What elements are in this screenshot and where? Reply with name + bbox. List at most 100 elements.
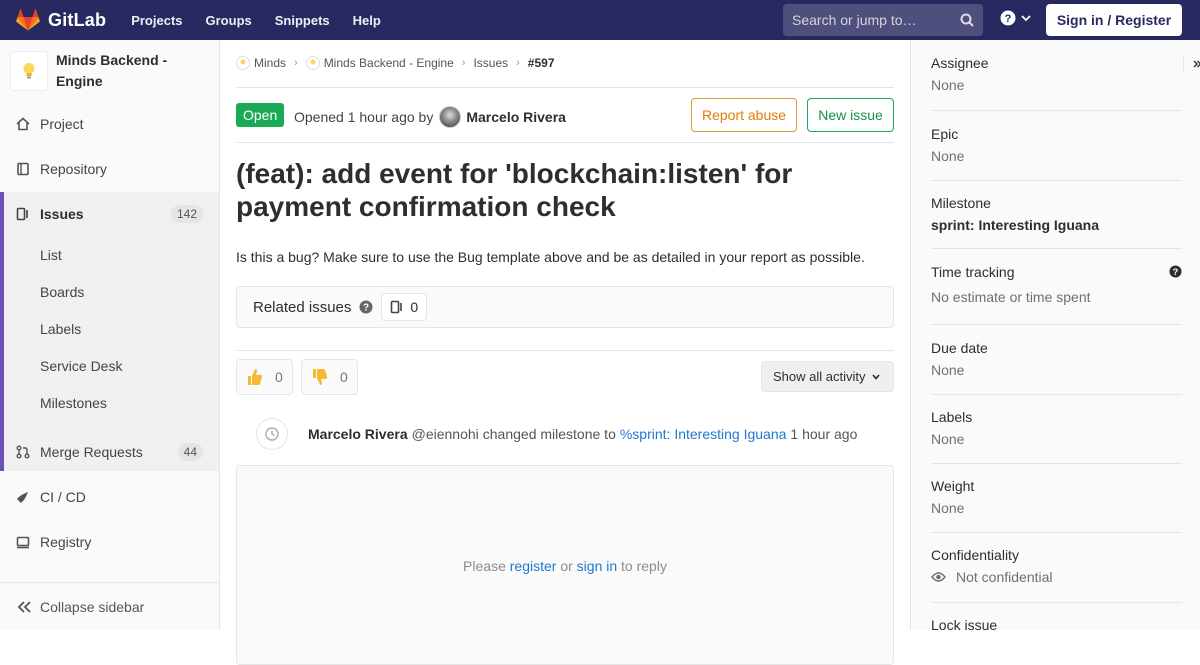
confidentiality-block[interactable]: Confidentiality Not confidential	[931, 547, 1182, 603]
note-author-handle: @eiennohi	[411, 426, 479, 442]
search-input[interactable]: Search or jump to…	[783, 4, 983, 36]
brand-name[interactable]: GitLab	[48, 10, 106, 31]
labels-title: Labels	[931, 409, 973, 425]
note-author-link[interactable]: Marcelo Rivera	[308, 426, 408, 442]
thumbs-up-button[interactable]: 0	[236, 359, 293, 395]
sign-in-link[interactable]: sign in	[577, 558, 617, 574]
divider	[236, 87, 894, 88]
time-tracking-value: No estimate or time spent	[931, 289, 1091, 305]
svg-text:?: ?	[1005, 13, 1012, 25]
report-abuse-button[interactable]: Report abuse	[691, 98, 797, 132]
avatar[interactable]	[439, 106, 462, 128]
thumbs-down-icon	[312, 368, 328, 386]
sidebar-item-ci-cd[interactable]: CI / CD	[0, 475, 219, 519]
sidebar-item-registry[interactable]: Registry	[0, 520, 219, 564]
breadcrumb-issues[interactable]: Issues	[473, 56, 508, 70]
assignee-title: Assignee	[931, 55, 989, 71]
milestone-title: Milestone	[931, 195, 991, 211]
project-header[interactable]: Minds Backend - Engine	[0, 40, 219, 102]
svg-text:?: ?	[1173, 267, 1179, 277]
question-icon: ?	[1000, 10, 1016, 26]
thumbs-up-icon	[247, 368, 263, 386]
author-link[interactable]: Marcelo Rivera	[466, 109, 566, 125]
rocket-icon	[16, 489, 32, 505]
collapse-sidebar-button[interactable]: Collapse sidebar	[0, 582, 219, 630]
related-count-value: 0	[410, 299, 419, 315]
sidebar-subitem-service-desk[interactable]: Service Desk	[40, 358, 122, 374]
page-title: (feat): add event for 'blockchain:listen…	[236, 158, 793, 222]
breadcrumb-issue-number[interactable]: #597	[528, 56, 555, 70]
confidentiality-title: Confidentiality	[931, 547, 1019, 563]
status-badge: Open	[236, 103, 285, 127]
note-time: 1 hour ago	[790, 426, 858, 442]
epic-block[interactable]: Epic None	[931, 126, 1182, 181]
milestone-value[interactable]: sprint: Interesting Iguana	[931, 217, 1182, 233]
signin-register-button[interactable]: Sign in / Register	[1046, 4, 1182, 36]
project-avatar	[10, 51, 48, 91]
issues-count-badge: 142	[170, 205, 203, 223]
activity-filter-label: Show all activity	[773, 369, 866, 384]
weight-block[interactable]: Weight None	[931, 478, 1182, 533]
lightbulb-icon	[23, 63, 35, 79]
sidebar-item-label: CI / CD	[40, 489, 86, 505]
register-link[interactable]: register	[510, 558, 557, 574]
due-date-title: Due date	[931, 340, 988, 356]
nav-snippets[interactable]: Snippets	[275, 13, 330, 28]
chevron-right-icon: ›	[461, 57, 466, 69]
thumbs-down-count: 0	[340, 369, 348, 385]
issues-icon	[16, 206, 32, 222]
opened-text: Opened 1 hour ago by	[294, 109, 434, 125]
reply-prefix: Please	[463, 558, 506, 574]
issue-meta: Opened 1 hour ago by Marcelo Rivera	[294, 106, 566, 128]
new-issue-button[interactable]: New issue	[807, 98, 894, 132]
weight-value: None	[931, 500, 965, 516]
breadcrumb: Minds › Minds Backend - Engine › Issues …	[236, 56, 555, 70]
related-issues-panel: Related issues ? 0	[236, 286, 894, 328]
sidebar-subitem-list[interactable]: List	[40, 247, 62, 263]
issues-icon	[391, 300, 403, 314]
collapse-sidebar-toggle[interactable]	[1183, 57, 1200, 71]
chevron-right-icon: ›	[516, 57, 520, 69]
container-icon	[16, 534, 32, 550]
thumbs-down-button[interactable]: 0	[301, 359, 358, 395]
sidebar-item-label: Merge Requests	[40, 444, 143, 460]
sidebar-item-issues[interactable]: Issues 142	[0, 192, 219, 236]
search-icon	[960, 13, 974, 27]
sidebar-item-repository[interactable]: Repository	[0, 147, 219, 191]
due-date-value: None	[931, 362, 965, 378]
right-sidebar: Assignee None Epic None Milestone sprint…	[910, 40, 1200, 633]
question-circle-icon[interactable]: ?	[1169, 265, 1182, 281]
gitlab-logo[interactable]: GitLab	[16, 9, 106, 31]
project-name: Minds Backend - Engine	[55, 52, 168, 89]
nav-links: Projects Groups Snippets Help	[131, 13, 404, 28]
sidebar-subitem-milestones[interactable]: Milestones	[40, 395, 107, 411]
breadcrumb-project[interactable]: Minds Backend - Engine	[305, 56, 454, 70]
note-action: changed milestone to	[482, 426, 616, 442]
divider	[236, 350, 894, 351]
reply-or: or	[560, 558, 573, 574]
nav-groups[interactable]: Groups	[206, 13, 252, 28]
lock-issue-block[interactable]: Lock issue	[931, 617, 1182, 637]
related-issues-title: Related issues	[253, 298, 352, 316]
milestone-block[interactable]: Milestone sprint: Interesting Iguana	[931, 195, 1182, 249]
nav-projects[interactable]: Projects	[131, 13, 182, 28]
confidentiality-value: Not confidential	[956, 569, 1053, 585]
svg-text:?: ?	[363, 303, 369, 314]
sidebar-item-project[interactable]: Project	[0, 102, 219, 146]
breadcrumb-group[interactable]: Minds	[236, 56, 286, 70]
sidebar-subitem-boards[interactable]: Boards	[40, 284, 84, 300]
sidebar-subitem-labels[interactable]: Labels	[40, 321, 81, 337]
milestone-link[interactable]: %sprint: Interesting Iguana	[620, 426, 787, 442]
book-icon	[16, 161, 32, 177]
related-issues-count: 0	[381, 293, 428, 321]
activity-filter-dropdown[interactable]: Show all activity	[761, 361, 894, 392]
nav-help[interactable]: Help	[353, 13, 381, 28]
sidebar-item-merge-requests[interactable]: Merge Requests 44	[0, 430, 219, 474]
due-date-block[interactable]: Due date None	[931, 340, 1182, 395]
eye-icon	[931, 572, 946, 582]
help-dropdown[interactable]: ?	[1000, 10, 1032, 26]
question-circle-icon[interactable]: ?	[359, 300, 373, 314]
epic-value: None	[931, 148, 965, 164]
labels-block[interactable]: Labels None	[931, 409, 1182, 464]
top-navbar: GitLab Projects Groups Snippets Help Sea…	[0, 0, 1200, 40]
